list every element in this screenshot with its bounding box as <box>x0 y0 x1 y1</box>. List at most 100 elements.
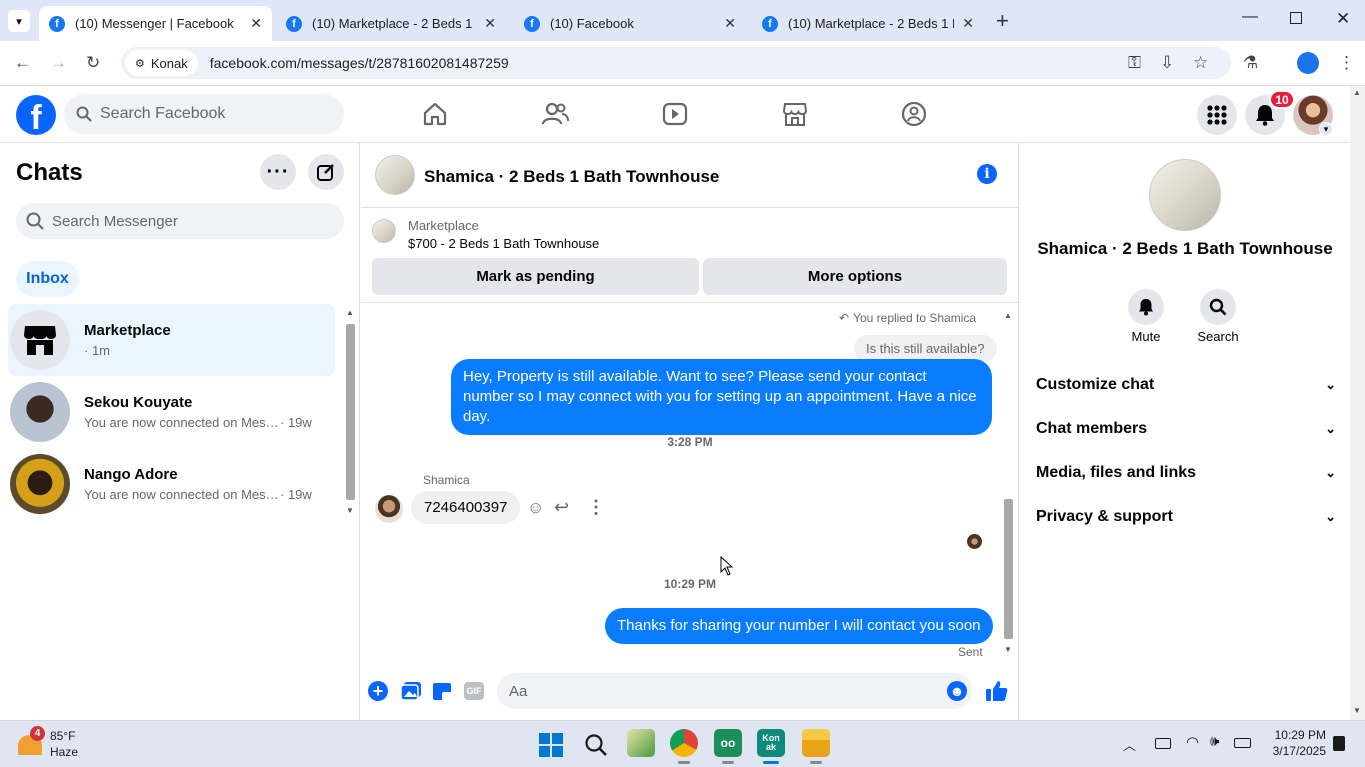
browser-tab-facebook[interactable]: f (10) Facebook ✕ <box>514 6 746 41</box>
install-app-icon[interactable]: ⇩ <box>1160 53 1174 73</box>
password-key-icon[interactable]: ⚿ <box>1128 53 1141 73</box>
close-tab-icon[interactable]: ✕ <box>484 15 496 32</box>
restore-icon[interactable] <box>1290 12 1302 24</box>
account-chevron-icon[interactable]: ▾ <box>1319 122 1333 136</box>
conversation-title[interactable]: Shamica · 2 Beds 1 Bath Townhouse <box>424 167 719 187</box>
browser-tab-marketplace-1[interactable]: f (10) Marketplace - 2 Beds 1 Bath ✕ <box>276 6 506 41</box>
listing-photo[interactable] <box>1149 159 1221 231</box>
scrollbar-thumb[interactable] <box>346 324 355 500</box>
watch-video-icon[interactable] <box>661 100 689 128</box>
reload-icon[interactable]: ↻ <box>86 53 100 73</box>
wifi-icon[interactable]: ◠ <box>1186 733 1199 751</box>
more-options-button[interactable]: More options <box>703 258 1007 295</box>
bookmark-star-icon[interactable]: ☆ <box>1193 53 1208 73</box>
message-input[interactable]: Aa <box>497 673 972 709</box>
chat-item-marketplace[interactable]: Marketplace · 1m <box>8 304 335 376</box>
menu-kebab-icon[interactable]: ⋮ <box>1338 53 1355 73</box>
add-more-icon[interactable]: + <box>368 681 388 701</box>
weather-widget[interactable]: 4 85°F Haze <box>14 726 124 761</box>
search-in-conversation-button[interactable] <box>1200 289 1236 325</box>
facebook-search-input[interactable]: Search Facebook <box>64 94 344 134</box>
scroll-down-arrow-icon[interactable]: ▼ <box>1353 706 1361 715</box>
qq-app-icon[interactable]: oo <box>714 729 742 757</box>
privacy-support-section[interactable]: Privacy & support ⌄ <box>1036 508 1336 526</box>
chats-scrollbar[interactable]: ▲ ▼ <box>343 306 357 518</box>
shamica-avatar[interactable] <box>375 495 403 523</box>
scroll-down-arrow-icon[interactable]: ▼ <box>346 506 354 515</box>
chat-item-sekou-kouyate[interactable]: Sekou Kouyate You are now connected on M… <box>8 376 335 448</box>
keyboard-icon[interactable] <box>1155 738 1171 749</box>
emoji-icon[interactable]: ☻ <box>947 681 967 701</box>
url-text[interactable]: facebook.com/messages/t/2878160208148725… <box>210 55 509 71</box>
notes-app-icon[interactable] <box>627 729 655 757</box>
close-tab-icon[interactable]: ✕ <box>724 15 736 32</box>
konak-app-icon[interactable]: Kon ak <box>757 729 785 757</box>
gif-icon[interactable]: GIF <box>464 682 484 700</box>
sticker-icon[interactable] <box>431 681 453 701</box>
forward-icon[interactable]: → <box>50 53 67 73</box>
chats-options-button[interactable]: ··· <box>260 154 296 190</box>
home-icon[interactable] <box>421 100 449 128</box>
listing-thumbnail[interactable] <box>375 155 415 195</box>
listing-title[interactable]: $700 - 2 Beds 1 Bath Townhouse <box>408 236 599 251</box>
friends-icon[interactable] <box>541 100 569 128</box>
scroll-down-arrow-icon[interactable]: ▼ <box>1004 645 1012 654</box>
close-tab-icon[interactable]: ✕ <box>962 15 974 32</box>
like-thumb-icon[interactable] <box>985 679 1009 703</box>
scroll-up-arrow-icon[interactable]: ▲ <box>1353 88 1361 97</box>
clock-date[interactable]: 3/17/2025 <box>1262 744 1326 758</box>
facebook-favicon-icon: f <box>286 15 302 32</box>
message-timestamp: 3:28 PM <box>667 435 713 449</box>
media-files-links-section[interactable]: Media, files and links ⌄ <box>1036 464 1336 482</box>
new-tab-icon[interactable]: + <box>996 8 1009 34</box>
facebook-logo-icon[interactable]: f <box>16 95 56 135</box>
chat-preview: You are now connected on Messenger <box>84 487 280 502</box>
mark-as-pending-button[interactable]: Mark as pending <box>372 258 699 295</box>
show-hidden-icons-chevron-icon[interactable]: ︿ <box>1123 735 1136 754</box>
minimize-icon[interactable]: — <box>1242 8 1258 26</box>
chrome-icon[interactable] <box>670 729 698 757</box>
file-explorer-icon[interactable] <box>802 729 830 757</box>
close-tab-icon[interactable]: ✕ <box>250 15 262 32</box>
mute-button[interactable] <box>1128 289 1164 325</box>
info-icon[interactable]: i <box>977 164 997 184</box>
windows-start-icon[interactable] <box>539 733 563 757</box>
more-actions-icon[interactable]: ⋮ <box>587 497 605 518</box>
omnibox[interactable]: ⚙ Konak facebook.com/messages/t/28781602… <box>121 47 1231 79</box>
profile-icon[interactable] <box>1297 52 1319 74</box>
chat-members-section[interactable]: Chat members ⌄ <box>1036 420 1336 438</box>
apps-menu-button[interactable] <box>1197 95 1237 135</box>
clock-time[interactable]: 10:29 PM <box>1270 728 1326 742</box>
close-window-icon[interactable]: ✕ <box>1336 9 1350 29</box>
page-scrollbar[interactable]: ▲ ▼ <box>1350 86 1365 720</box>
conversation-scrollbar[interactable]: ▲ ▼ <box>1001 311 1015 657</box>
outgoing-message[interactable]: Hey, Property is still available. Want t… <box>451 359 992 435</box>
messenger-search-input[interactable]: Search Messenger <box>16 203 344 239</box>
labs-flask-icon[interactable]: ⚗ <box>1243 53 1258 73</box>
notification-center-icon[interactable] <box>1333 736 1345 751</box>
site-info-chip[interactable]: ⚙ Konak <box>125 50 198 76</box>
browser-tab-marketplace-2[interactable]: f (10) Marketplace - 2 Beds 1 Bath ✕ <box>752 6 984 41</box>
new-message-button[interactable] <box>308 154 344 190</box>
customize-chat-section[interactable]: Customize chat ⌄ <box>1036 376 1336 394</box>
quoted-message[interactable]: Is this still available? <box>854 335 997 362</box>
chat-item-nango-adore[interactable]: Nango Adore You are now connected on Mes… <box>8 448 335 520</box>
battery-icon[interactable] <box>1234 738 1251 748</box>
outgoing-message[interactable]: Thanks for sharing your number I will co… <box>605 608 993 644</box>
react-emoji-icon[interactable]: ☺ <box>527 498 544 518</box>
attach-photo-icon[interactable] <box>400 681 422 701</box>
scroll-up-arrow-icon[interactable]: ▲ <box>1004 311 1012 320</box>
scrollbar-thumb[interactable] <box>1004 499 1013 639</box>
volume-icon[interactable]: 🕪 <box>1210 733 1219 750</box>
back-icon[interactable]: ← <box>14 53 31 73</box>
replied-note-text: You replied to Shamica <box>853 311 977 325</box>
groups-icon[interactable] <box>900 100 928 128</box>
tab-search-icon[interactable]: ▾ <box>8 10 30 32</box>
taskbar-search-icon[interactable] <box>584 733 608 757</box>
reply-icon[interactable]: ↩ <box>554 497 569 518</box>
scroll-up-arrow-icon[interactable]: ▲ <box>346 308 354 317</box>
inbox-filter-tab[interactable]: Inbox <box>16 261 79 297</box>
browser-tab-messenger[interactable]: f (10) Messenger | Facebook ✕ <box>39 6 272 41</box>
incoming-message[interactable]: 7246400397 <box>411 491 521 524</box>
marketplace-icon[interactable] <box>781 100 809 128</box>
